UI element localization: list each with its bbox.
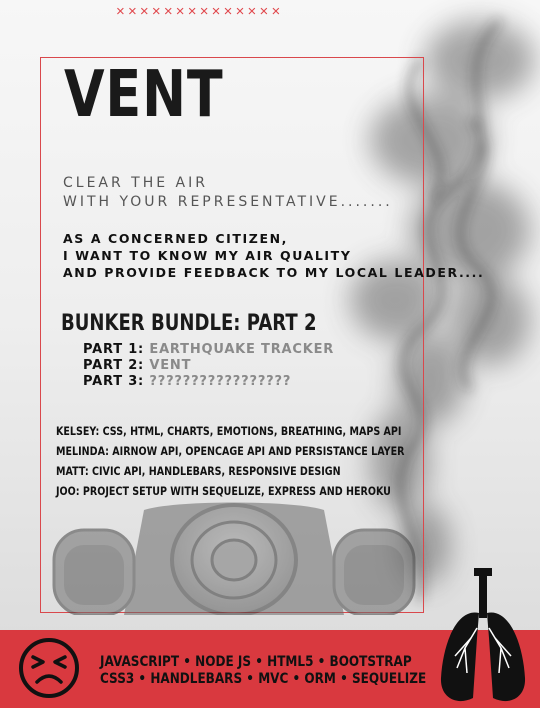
part-item: PART 2: VENT: [83, 358, 334, 374]
tech-stack: JAVASCRIPT • NODE JS • HTML5 • BOOTSTRAP…: [100, 654, 426, 688]
tagline: CLEAR THE AIR WITH YOUR REPRESENTATIVE..…: [63, 174, 393, 212]
lungs-icon: [440, 568, 526, 702]
angry-face-icon: [19, 638, 79, 698]
part-item: PART 1: EARTHQUAKE TRACKER: [83, 342, 334, 358]
part-value: EARTHQUAKE TRACKER: [149, 342, 335, 357]
part-label: PART 3:: [83, 374, 145, 389]
bundle-heading: BUNKER BUNDLE: PART 2: [61, 311, 317, 336]
intro-line: AS A CONCERNED CITIZEN,: [63, 231, 288, 246]
part-label: PART 1:: [83, 342, 145, 357]
tech-line: JAVASCRIPT • NODE JS • HTML5 • BOOTSTRAP: [100, 654, 412, 670]
credit-line: MELINDA: AIRNOW API, OPENCAGE API AND PE…: [56, 444, 405, 458]
tagline-line: WITH YOUR REPRESENTATIVE.......: [63, 194, 393, 210]
part-label: PART 2:: [83, 358, 145, 373]
part-value: ?????????????????: [149, 374, 292, 389]
intro-text: AS A CONCERNED CITIZEN, I WANT TO KNOW M…: [63, 230, 484, 281]
intro-line: I WANT TO KNOW MY AIR QUALITY: [63, 248, 352, 263]
team-credits: KELSEY: CSS, HTML, CHARTS, EMOTIONS, BRE…: [56, 421, 404, 501]
intro-line: AND PROVIDE FEEDBACK TO MY LOCAL LEADER.…: [63, 265, 485, 280]
tagline-line: CLEAR THE AIR: [63, 175, 208, 191]
tech-line: CSS3 • HANDLEBARS • MVC • ORM • SEQUELIZ…: [100, 671, 427, 687]
poster-title: VENT: [64, 58, 224, 132]
parts-list: PART 1: EARTHQUAKE TRACKER PART 2: VENT …: [83, 342, 334, 390]
credit-line: KELSEY: CSS, HTML, CHARTS, EMOTIONS, BRE…: [56, 424, 402, 438]
credit-line: JOO: PROJECT SETUP WITH SEQUELIZE, EXPRE…: [56, 484, 391, 498]
top-cross-marks: ××××××××××××××: [116, 3, 284, 20]
part-item: PART 3: ?????????????????: [83, 374, 334, 390]
credit-line: MATT: CIVIC API, HANDLEBARS, RESPONSIVE …: [56, 464, 341, 478]
part-value: VENT: [149, 358, 192, 373]
gas-mask-illustration: [52, 502, 416, 615]
